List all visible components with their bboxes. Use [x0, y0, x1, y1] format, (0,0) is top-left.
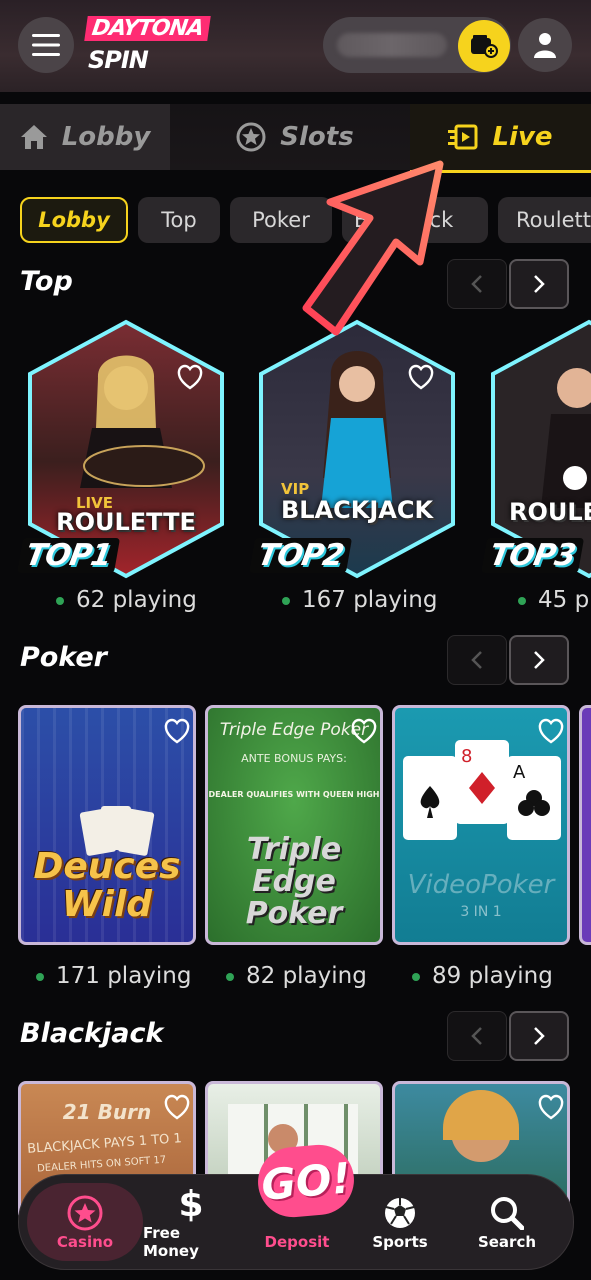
poker-prev-button[interactable]	[447, 635, 507, 685]
tab-lobby-label: Lobby	[61, 122, 151, 152]
blackjack-prev-button[interactable]	[447, 1011, 507, 1061]
section-title-poker: Poker	[20, 642, 107, 673]
chevron-right-icon	[534, 275, 545, 293]
hamburger-icon	[32, 34, 60, 56]
chevron-right-icon	[534, 651, 545, 669]
nav-casino[interactable]: Casino	[27, 1175, 143, 1269]
user-icon	[534, 33, 556, 58]
card-rule-text: BLACKJACK PAYS 1 TO 1	[26, 1131, 183, 1157]
logo-bottom-text: SPIN	[88, 46, 149, 74]
nav-free-money[interactable]: $ Free Money	[143, 1175, 239, 1269]
online-dot	[282, 596, 290, 605]
balance-blurred-value	[337, 33, 447, 57]
logo-top-text: DAYTONA	[84, 16, 211, 41]
chip-lobby[interactable]: Lobby	[20, 197, 128, 243]
heart-icon[interactable]	[407, 364, 435, 390]
playing-count: 82 playing	[226, 963, 367, 989]
nav-casino-label: Casino	[56, 1233, 114, 1251]
top-carousel-arrows	[447, 259, 571, 311]
online-dot	[226, 972, 234, 981]
section-title-blackjack: Blackjack	[20, 1018, 164, 1049]
game-card-video-poker[interactable]: 8 A VideoPoker 3 IN 1	[392, 705, 570, 945]
game-title: Deuces Wild	[33, 846, 181, 925]
tab-slots-label: Slots	[280, 122, 354, 152]
card-rule-text-2: DEALER HITS ON SOFT 17	[36, 1154, 167, 1175]
star-circle-icon	[67, 1193, 103, 1233]
heart-icon[interactable]	[163, 718, 191, 744]
top-header: DAYTONA SPIN	[0, 0, 591, 92]
card-qualifies-text: DEALER QUALIFIES WITH QUEEN HIGH	[208, 790, 380, 799]
svg-text:8: 8	[461, 746, 472, 767]
search-icon	[490, 1193, 524, 1233]
chevron-right-icon	[534, 1027, 545, 1045]
profile-button[interactable]	[518, 18, 572, 72]
tab-lobby[interactable]: Lobby	[0, 104, 170, 170]
top-next-button[interactable]	[509, 259, 569, 309]
playing-count: 89 playing	[412, 963, 553, 989]
heart-icon[interactable]	[176, 364, 204, 390]
top2-badge: TOP2	[248, 538, 352, 573]
daytona-spin-logo[interactable]: DAYTONA SPIN	[84, 16, 211, 76]
card-ante-text: ANTE BONUS PAYS:	[241, 752, 347, 765]
heart-icon[interactable]	[350, 718, 378, 744]
live-icon	[448, 124, 478, 150]
online-dot	[412, 972, 420, 981]
chip-roulette[interactable]: Roulette	[498, 197, 591, 243]
nav-search-label: Search	[477, 1233, 537, 1251]
online-dot	[518, 596, 526, 605]
playing-count: 45 p	[518, 587, 589, 613]
nav-deposit-label: Deposit	[264, 1233, 330, 1251]
dealer-hair	[443, 1090, 519, 1140]
heart-icon[interactable]	[537, 1094, 565, 1120]
poker-next-button[interactable]	[509, 635, 569, 685]
star-icon	[236, 122, 266, 152]
menu-button[interactable]	[18, 17, 74, 73]
nav-free-money-label: Free Money	[143, 1224, 199, 1260]
game-title: ROULE	[509, 498, 591, 526]
game-title: Triple Edge Poker	[245, 832, 343, 931]
nav-sports-label: Sports	[372, 1233, 428, 1251]
chevron-left-icon	[471, 275, 482, 293]
main-tabs: Lobby Slots Live	[0, 104, 591, 173]
blackjack-next-button[interactable]	[509, 1011, 569, 1061]
pointer-arrow-overlay	[302, 160, 444, 336]
wallet-button[interactable]	[458, 20, 510, 72]
dollar-icon: $	[178, 1183, 204, 1225]
card-subtitle: 3 IN 1	[460, 904, 502, 920]
chevron-left-icon	[471, 1027, 482, 1045]
heart-icon[interactable]	[537, 718, 565, 744]
game-title: BLACKJACK	[280, 496, 434, 524]
game-card-deuces-wild[interactable]: Deuces Wild	[18, 705, 196, 945]
chip-top[interactable]: Top	[138, 197, 220, 243]
tab-live-label: Live	[492, 122, 553, 152]
playing-count: 171 playing	[36, 963, 191, 989]
wallet-plus-icon	[471, 35, 498, 58]
section-title-top: Top	[20, 266, 73, 297]
playing-count: 62 playing	[56, 587, 197, 613]
game-card-partial[interactable]	[579, 705, 591, 945]
home-icon	[20, 124, 48, 150]
game-card-triple-edge-poker[interactable]: Triple Edge Poker ANTE BONUS PAYS: DEALE…	[205, 705, 383, 945]
blackjack-carousel-arrows	[447, 1011, 571, 1063]
top1-badge: TOP1	[16, 538, 120, 573]
chevron-left-icon	[471, 651, 482, 669]
playing-count: 167 playing	[282, 587, 437, 613]
online-dot	[56, 596, 64, 605]
game-title: VideoPoker	[407, 870, 555, 900]
nav-search[interactable]: Search	[459, 1175, 555, 1269]
game-title: ROULETTE	[56, 508, 196, 536]
soccer-ball-icon	[383, 1193, 417, 1233]
svg-text:A: A	[513, 762, 526, 783]
nav-sports[interactable]: Sports	[355, 1175, 445, 1269]
poker-carousel-arrows	[447, 635, 571, 687]
heart-icon[interactable]	[163, 1094, 191, 1120]
top3-badge: TOP3	[480, 538, 584, 573]
online-dot	[36, 972, 44, 981]
playing-cards-icon: 8 A	[403, 740, 561, 840]
